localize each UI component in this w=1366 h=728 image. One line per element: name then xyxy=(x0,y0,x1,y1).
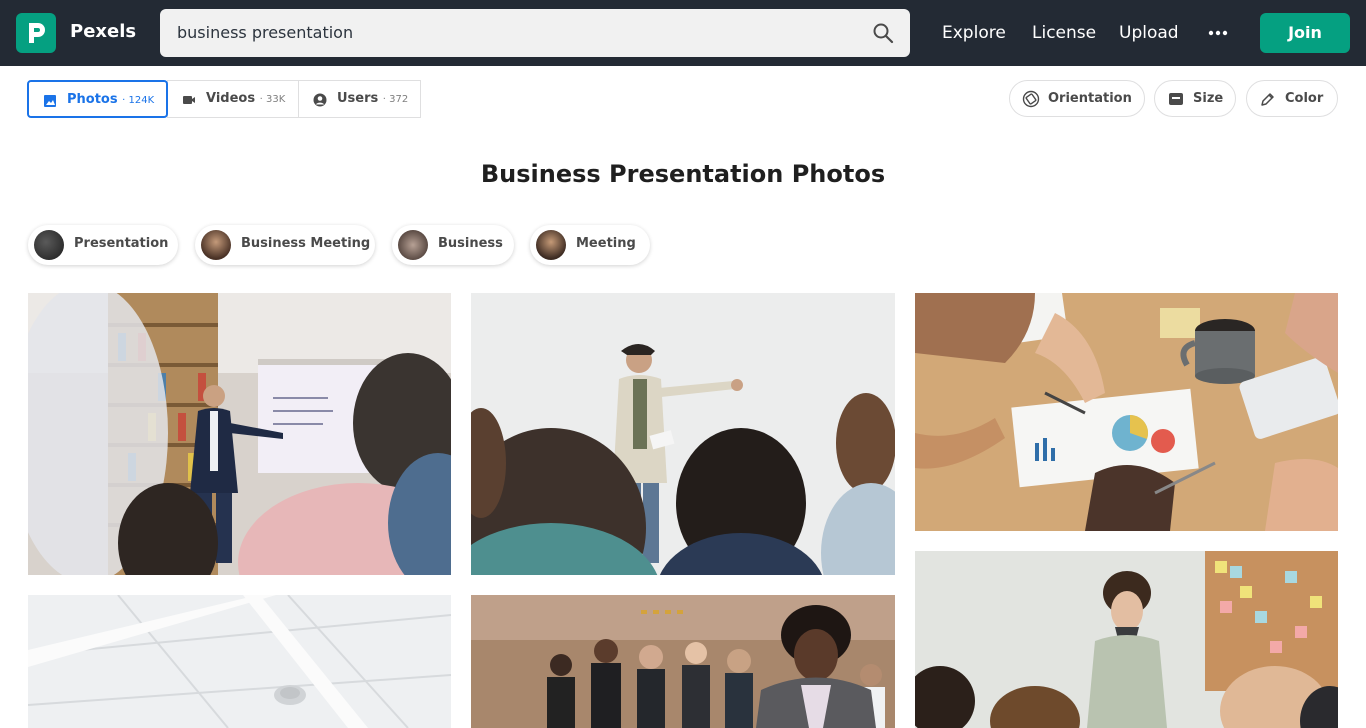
more-options-icon[interactable] xyxy=(1207,25,1229,41)
tab-users-label: Users · 372 xyxy=(337,91,408,106)
color-filter-button[interactable]: Color xyxy=(1246,80,1338,117)
related-search-meeting[interactable]: Meeting xyxy=(530,225,650,265)
photo-card[interactable] xyxy=(915,551,1338,728)
related-search-business[interactable]: Business xyxy=(392,225,514,265)
orientation-filter-button[interactable]: Orientation xyxy=(1009,80,1145,117)
nav-explore-link[interactable]: Explore xyxy=(942,23,1006,43)
image-icon xyxy=(44,95,56,107)
search-bar[interactable]: business presentation xyxy=(160,9,910,57)
photo-card[interactable] xyxy=(915,293,1338,531)
tab-videos-text: Videos xyxy=(206,91,256,106)
user-circle-icon xyxy=(313,93,327,107)
related-search-label: Meeting xyxy=(576,236,636,251)
search-input[interactable]: business presentation xyxy=(177,23,353,42)
related-thumbnail xyxy=(201,230,231,260)
size-label: Size xyxy=(1193,91,1224,106)
tab-users-text: Users xyxy=(337,91,379,106)
photo-image xyxy=(471,293,895,575)
top-navigation-bar: Pexels business presentation Explore Lic… xyxy=(0,0,1366,66)
related-search-label: Business Meeting xyxy=(241,236,371,251)
photo-image xyxy=(28,293,451,575)
related-thumbnail xyxy=(398,230,428,260)
photo-image xyxy=(28,595,451,728)
related-search-presentation[interactable]: Presentation xyxy=(28,225,178,265)
pexels-logo-icon[interactable] xyxy=(16,13,56,53)
size-icon xyxy=(1169,93,1183,105)
size-filter-button[interactable]: Size xyxy=(1154,80,1236,117)
search-icon[interactable] xyxy=(872,22,894,44)
tab-photos-count: · 124K xyxy=(122,95,155,106)
tab-photos[interactable]: Photos · 124K xyxy=(27,80,168,118)
tab-users-count: · 372 xyxy=(382,94,409,105)
join-button[interactable]: Join xyxy=(1260,13,1350,53)
tab-videos[interactable]: Videos · 33K xyxy=(167,80,299,118)
related-search-label: Business xyxy=(438,236,503,251)
brand-name[interactable]: Pexels xyxy=(70,21,136,42)
nav-license-link[interactable]: License xyxy=(1032,23,1096,43)
photo-image xyxy=(471,595,895,728)
tab-users[interactable]: Users · 372 xyxy=(298,80,421,118)
orientation-icon xyxy=(1022,90,1040,108)
page-title: Business Presentation Photos xyxy=(480,160,886,188)
photo-card[interactable] xyxy=(471,293,895,575)
video-camera-icon xyxy=(183,96,195,104)
photo-card[interactable] xyxy=(471,595,895,728)
photo-card[interactable] xyxy=(28,595,451,728)
color-label: Color xyxy=(1285,91,1324,106)
tab-videos-count: · 33K xyxy=(259,94,286,105)
nav-upload-link[interactable]: Upload xyxy=(1119,23,1179,43)
tab-videos-label: Videos · 33K xyxy=(206,91,285,106)
photo-card[interactable] xyxy=(28,293,451,575)
related-search-label: Presentation xyxy=(74,236,169,251)
tab-photos-text: Photos xyxy=(67,92,118,107)
related-search-business-meeting[interactable]: Business Meeting xyxy=(195,225,375,265)
photo-image xyxy=(915,293,1338,531)
color-picker-icon xyxy=(1261,93,1274,106)
related-thumbnail xyxy=(536,230,566,260)
orientation-label: Orientation xyxy=(1048,91,1132,106)
tab-photos-label: Photos · 124K xyxy=(67,92,154,107)
photo-image xyxy=(915,551,1338,728)
related-thumbnail xyxy=(34,230,64,260)
